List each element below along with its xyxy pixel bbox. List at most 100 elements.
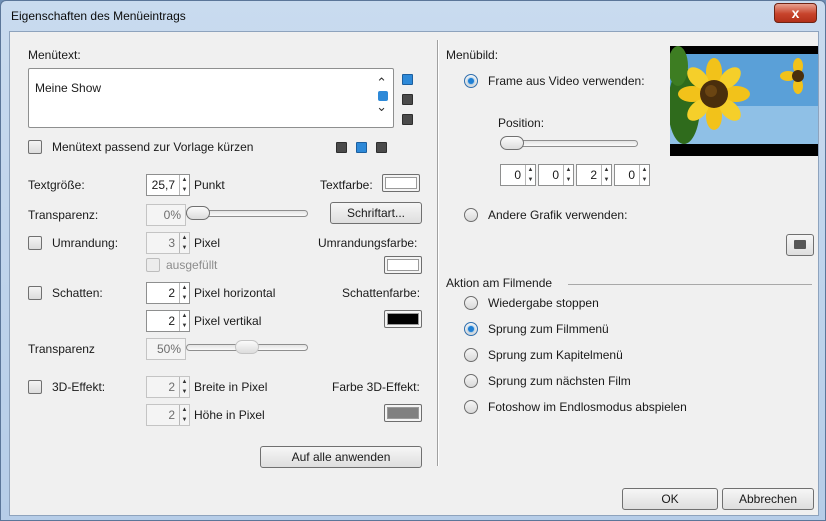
browse-folder-button[interactable] bbox=[786, 234, 814, 256]
folder-icon bbox=[794, 240, 806, 249]
effect3d-color-swatch[interactable] bbox=[384, 404, 422, 422]
position-slider-thumb[interactable] bbox=[500, 136, 524, 150]
shadow-vertical-unit: Pixel vertikal bbox=[194, 314, 262, 328]
spin-arrows-icon[interactable]: ▲ ▼ bbox=[601, 165, 611, 185]
action-label-3: Sprung zum nächsten Film bbox=[488, 374, 631, 388]
effect3d-width-spinner[interactable]: 2 ▲ ▼ bbox=[146, 376, 190, 398]
menu-image-preview bbox=[670, 46, 818, 156]
textcolor-fill bbox=[385, 177, 417, 189]
spin-arrows-icon[interactable]: ▲ ▼ bbox=[179, 283, 189, 303]
align-right-icon[interactable] bbox=[376, 142, 387, 153]
textsize-label: Textgröße: bbox=[28, 178, 85, 192]
timecode-frames-spinner[interactable]: 0 ▲ ▼ bbox=[614, 164, 650, 186]
outline-value: 3 bbox=[168, 236, 175, 250]
action-radio-4[interactable] bbox=[464, 400, 478, 414]
action-radio-2[interactable] bbox=[464, 348, 478, 362]
position-label: Position: bbox=[498, 116, 545, 130]
spin-arrows-icon[interactable]: ▲ ▼ bbox=[179, 311, 189, 331]
shadow-horizontal-spinner[interactable]: 2 ▲ ▼ bbox=[146, 282, 190, 304]
effect3d-checkbox[interactable] bbox=[28, 380, 42, 394]
textsize-unit: Punkt bbox=[194, 178, 225, 192]
menutext-label: Menütext: bbox=[28, 48, 81, 62]
font-button[interactable]: Schriftart... bbox=[330, 202, 422, 224]
other-graphic-label: Andere Grafik verwenden: bbox=[488, 208, 628, 222]
timecode-hours-spinner[interactable]: 0 ▲ ▼ bbox=[500, 164, 536, 186]
scroll-thumb[interactable] bbox=[378, 91, 388, 101]
apply-all-button[interactable]: Auf alle anwenden bbox=[260, 446, 422, 468]
transparency-value-box: 0% bbox=[146, 204, 186, 226]
shadow-color-swatch[interactable] bbox=[384, 310, 422, 328]
cancel-button[interactable]: Abbrechen bbox=[722, 488, 814, 510]
textcolor-swatch[interactable] bbox=[382, 174, 420, 192]
spin-arrows-icon[interactable]: ▲ ▼ bbox=[179, 233, 189, 253]
spin-arrows-icon[interactable]: ▲ ▼ bbox=[525, 165, 535, 185]
outline-unit: Pixel bbox=[194, 236, 221, 250]
shadow-vertical-value: 2 bbox=[168, 314, 175, 328]
action-radio-3[interactable] bbox=[464, 374, 478, 388]
timecode-frames: 0 bbox=[628, 168, 635, 182]
scroll-up-icon[interactable]: ⌃ bbox=[376, 75, 387, 91]
title-bar[interactable]: Eigenschaften des Menüeintrags x bbox=[1, 1, 825, 31]
timecode-seconds-spinner[interactable]: 2 ▲ ▼ bbox=[576, 164, 612, 186]
outline-filled-label: ausgefüllt bbox=[166, 258, 218, 272]
spin-arrows-icon[interactable]: ▲ ▼ bbox=[179, 405, 189, 425]
action-group-line bbox=[568, 284, 812, 285]
shadow-vertical-spinner[interactable]: 2 ▲ ▼ bbox=[146, 310, 190, 332]
effect3d-color-fill bbox=[387, 407, 419, 419]
shadow-checkbox[interactable] bbox=[28, 286, 42, 300]
action-label-2: Sprung zum Kapitelmenü bbox=[488, 348, 623, 362]
close-button[interactable]: x bbox=[774, 3, 817, 23]
shorten-menutext-checkbox[interactable] bbox=[28, 140, 42, 154]
shadow-transparency-value: 50% bbox=[156, 342, 181, 356]
action-header: Aktion am Filmende bbox=[446, 276, 553, 290]
spin-arrows-icon[interactable]: ▲ ▼ bbox=[639, 165, 649, 185]
shorten-menutext-label: Menütext passend zur Vorlage kürzen bbox=[52, 140, 254, 154]
action-label-1: Sprung zum Filmmenü bbox=[488, 322, 609, 336]
outline-checkbox[interactable] bbox=[28, 236, 42, 250]
spin-arrows-icon[interactable]: ▲ ▼ bbox=[563, 165, 573, 185]
shadow-transparency-label: Transparenz bbox=[28, 342, 95, 356]
align-left-icon[interactable] bbox=[336, 142, 347, 153]
outline-color-swatch[interactable] bbox=[384, 256, 422, 274]
timecode-minutes: 0 bbox=[552, 168, 559, 182]
other-graphic-radio[interactable] bbox=[464, 208, 478, 222]
shadow-label: Schatten: bbox=[52, 286, 103, 300]
align-bottom-icon[interactable] bbox=[402, 114, 413, 125]
shadow-color-fill bbox=[387, 313, 419, 325]
timecode-hours: 0 bbox=[514, 168, 521, 182]
align-top-icon[interactable] bbox=[402, 74, 413, 85]
transparency-slider-thumb[interactable] bbox=[186, 206, 210, 220]
align-center-icon[interactable] bbox=[356, 142, 367, 153]
scroll-down-icon[interactable]: ⌄ bbox=[376, 99, 387, 115]
action-radio-1[interactable] bbox=[464, 322, 478, 336]
spin-arrows-icon[interactable]: ▲ ▼ bbox=[179, 377, 189, 397]
spin-arrows-icon[interactable]: ▲ ▼ bbox=[179, 175, 189, 195]
menutext-input[interactable]: Meine Show ⌃ ⌄ bbox=[28, 68, 394, 128]
shadow-horizontal-unit: Pixel horizontal bbox=[194, 286, 276, 300]
effect3d-height-spinner[interactable]: 2 ▲ ▼ bbox=[146, 404, 190, 426]
shadow-horizontal-value: 2 bbox=[168, 286, 175, 300]
effect3d-width-value: 2 bbox=[168, 380, 175, 394]
outline-spinner[interactable]: 3 ▲ ▼ bbox=[146, 232, 190, 254]
frame-from-video-label: Frame aus Video verwenden: bbox=[488, 74, 645, 88]
ok-button[interactable]: OK bbox=[622, 488, 718, 510]
timecode-minutes-spinner[interactable]: 0 ▲ ▼ bbox=[538, 164, 574, 186]
panel-divider bbox=[437, 40, 439, 466]
align-middle-icon[interactable] bbox=[402, 94, 413, 105]
timecode-seconds: 2 bbox=[590, 168, 597, 182]
frame-from-video-radio[interactable] bbox=[464, 74, 478, 88]
dialog-window: Eigenschaften des Menüeintrags x Menütex… bbox=[0, 0, 826, 521]
outline-filled-checkbox[interactable] bbox=[146, 258, 160, 272]
sunflower-image bbox=[670, 46, 818, 156]
shadow-transparency-slider-thumb[interactable] bbox=[235, 340, 259, 354]
outline-label: Umrandung: bbox=[52, 236, 119, 250]
effect3d-color-label: Farbe 3D-Effekt: bbox=[332, 380, 420, 394]
shadow-transparency-value-box: 50% bbox=[146, 338, 186, 360]
textcolor-label: Textfarbe: bbox=[320, 178, 373, 192]
window-title: Eigenschaften des Menüeintrags bbox=[11, 9, 186, 23]
effect3d-label: 3D-Effekt: bbox=[52, 380, 106, 394]
transparency-value: 0% bbox=[163, 208, 181, 222]
shadow-color-label: Schattenfarbe: bbox=[342, 286, 421, 300]
action-radio-0[interactable] bbox=[464, 296, 478, 310]
textsize-spinner[interactable]: 25,7 ▲ ▼ bbox=[146, 174, 190, 196]
